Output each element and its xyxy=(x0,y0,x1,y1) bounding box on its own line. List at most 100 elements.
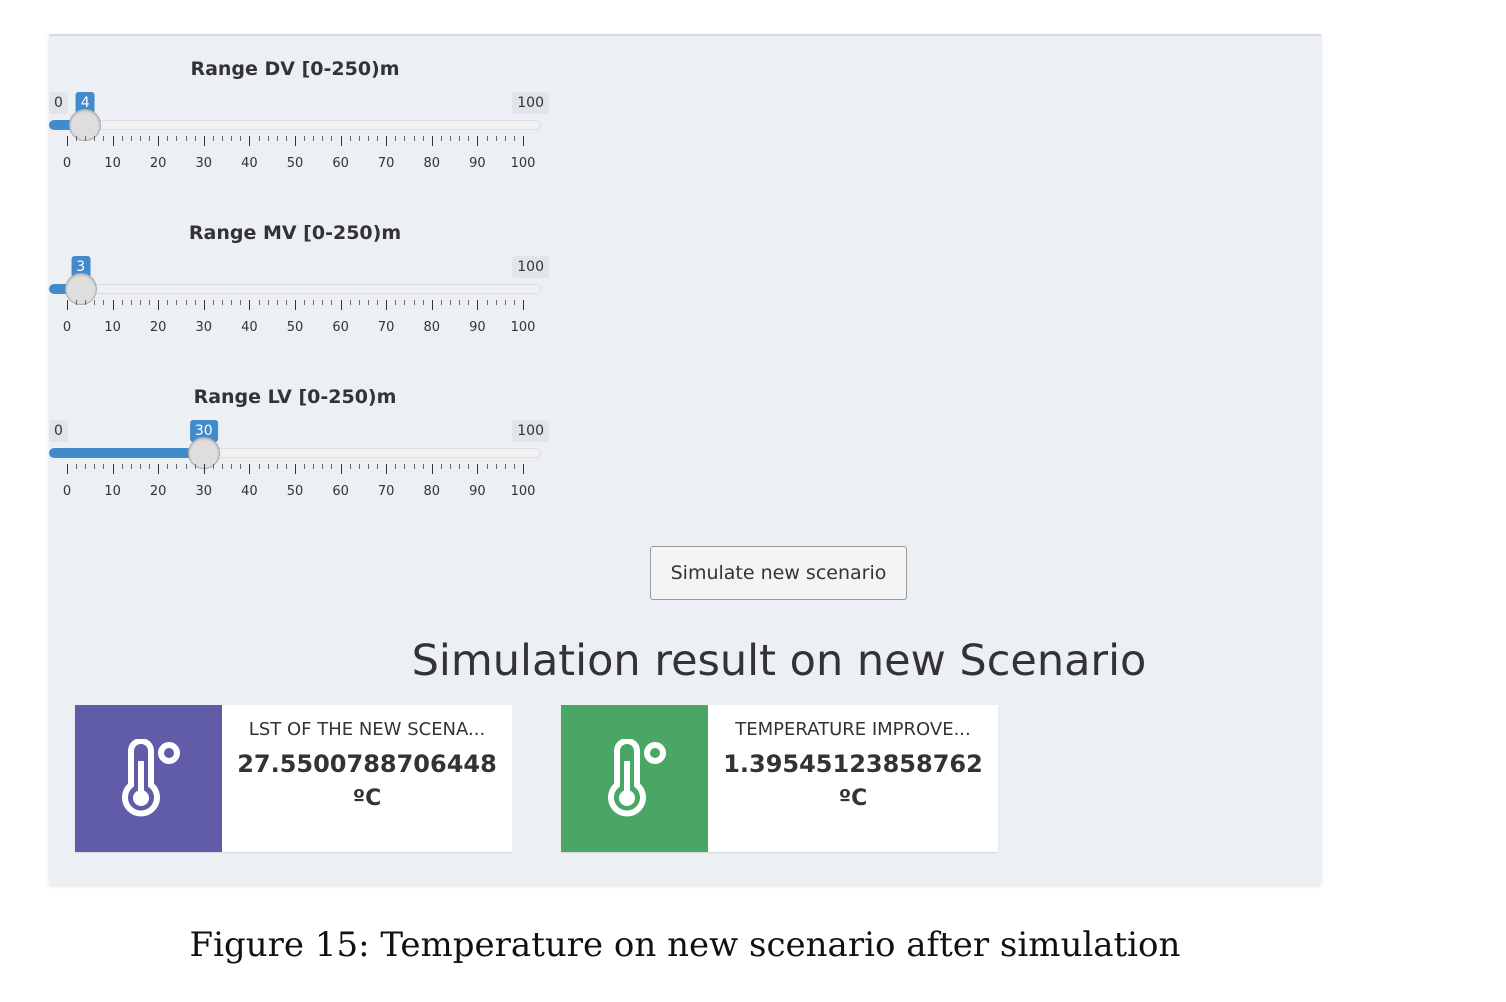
slider-minor-tick xyxy=(322,136,324,141)
slider-minor-tick xyxy=(258,300,260,305)
slider-minor-tick xyxy=(513,300,515,305)
slider-major-tick xyxy=(340,136,342,146)
slider-tick-label: 30 xyxy=(195,156,213,171)
slider-minor-tick xyxy=(176,136,178,141)
infobox-temperature-improvement: TEMPERATURE IMPROVE... 1.39545123858762 … xyxy=(561,705,998,852)
slider-major-tick xyxy=(386,300,388,310)
slider-minor-tick xyxy=(358,136,360,141)
slider-minor-tick xyxy=(486,136,488,141)
slider-minor-tick xyxy=(504,136,506,141)
slider-range-lv: Range LV [0-250)m 0 100 30 0 10 20 30 40 50 60… xyxy=(49,386,549,526)
slider-major-tick xyxy=(203,464,205,474)
slider-major-tick xyxy=(295,300,296,310)
slider-minor-tick xyxy=(85,136,87,141)
slider-fill xyxy=(49,448,204,458)
slider-minor-tick xyxy=(358,300,360,305)
slider-major-tick xyxy=(431,300,433,310)
slider-track[interactable] xyxy=(49,120,541,130)
slider-minor-tick xyxy=(304,464,306,469)
slider-minor-tick xyxy=(185,464,187,469)
slider-tick-label: 0 xyxy=(62,484,72,499)
slider-tick-label: 100 xyxy=(510,320,536,335)
slider-minor-tick xyxy=(185,136,187,141)
slider-major-tick xyxy=(203,136,205,146)
slider-major-tick xyxy=(386,464,388,474)
slider-minor-tick xyxy=(495,464,497,469)
slider-minor-tick xyxy=(276,300,278,305)
slider-minor-tick xyxy=(349,136,351,141)
slider-minor-tick xyxy=(313,300,315,305)
slider-major-tick xyxy=(477,136,479,146)
slider-tick-label: 90 xyxy=(469,484,486,499)
slider-tick-label: 30 xyxy=(195,320,213,335)
slider-minor-tick xyxy=(267,136,269,141)
slider-minor-tick xyxy=(495,136,497,141)
slider-min-label: 0 xyxy=(49,420,68,442)
slider-label: Range MV [0-250)m xyxy=(188,222,402,244)
slider-tick-label: 20 xyxy=(149,156,167,171)
slider-major-tick xyxy=(203,300,205,310)
slider-minor-tick xyxy=(121,464,123,469)
slider-ticks: 0 10 20 30 40 50 60 70 80 90 100 xyxy=(49,464,549,504)
slider-minor-tick xyxy=(130,300,132,305)
slider-minor-tick xyxy=(231,300,233,305)
slider-minor-tick xyxy=(404,300,406,305)
slider-minor-tick xyxy=(212,300,214,305)
infobox-value: 27.5500788706448 xyxy=(237,750,497,778)
slider-major-tick xyxy=(112,136,114,146)
slider-tick-label: 50 xyxy=(286,156,304,171)
slider-major-tick xyxy=(158,300,160,310)
slider-minor-tick xyxy=(149,300,151,305)
slider-tick-label: 60 xyxy=(332,484,349,499)
slider-minor-tick xyxy=(276,464,278,469)
slider-minor-tick xyxy=(504,300,506,305)
slider-major-tick xyxy=(67,464,68,474)
slider-minor-tick xyxy=(513,136,515,141)
slider-minor-tick xyxy=(285,300,287,305)
slider-min-label: 0 xyxy=(49,92,68,114)
slider-minor-tick xyxy=(176,464,178,469)
infobox-lst: LST OF THE NEW SCENA... 27.5500788706448… xyxy=(75,705,512,852)
slider-minor-tick xyxy=(139,136,141,141)
slider-tick-label: 100 xyxy=(510,156,536,171)
slider-minor-tick xyxy=(194,464,196,469)
slider-minor-tick xyxy=(267,300,269,305)
slider-minor-tick xyxy=(76,300,78,305)
slider-minor-tick xyxy=(459,136,461,141)
slider-minor-tick xyxy=(130,136,132,141)
slider-tick-label: 70 xyxy=(377,320,395,335)
slider-minor-tick xyxy=(404,464,406,469)
slider-minor-tick xyxy=(450,300,452,305)
slider-minor-tick xyxy=(504,464,506,469)
slider-minor-tick xyxy=(377,464,379,469)
slider-minor-tick xyxy=(103,300,105,305)
slider-minor-tick xyxy=(231,464,233,469)
slider-minor-tick xyxy=(422,136,424,141)
slider-major-tick xyxy=(67,136,68,146)
slider-major-tick xyxy=(523,300,524,310)
slider-tick-label: 20 xyxy=(149,484,167,499)
slider-minor-tick xyxy=(468,300,470,305)
slider-minor-tick xyxy=(139,464,141,469)
slider-max-label: 100 xyxy=(512,256,549,278)
slider-minor-tick xyxy=(440,136,442,141)
slider-major-tick xyxy=(158,136,160,146)
slider-minor-tick xyxy=(222,464,224,469)
infobox-content: LST OF THE NEW SCENA... 27.5500788706448… xyxy=(222,705,512,852)
slider-tick-label: 40 xyxy=(241,484,258,499)
dashboard-panel: Range DV [0-250)m 0 100 4 0 10 20 30 40 50 60 7… xyxy=(49,34,1321,884)
slider-minor-tick xyxy=(130,464,132,469)
slider-range-mv: Range MV [0-250)m 100 3 0 10 20 30 40 50 60 70 8… xyxy=(49,222,549,362)
slider-minor-tick xyxy=(486,464,488,469)
simulate-button[interactable]: Simulate new scenario xyxy=(650,546,907,600)
slider-tick-label: 90 xyxy=(469,156,486,171)
slider-minor-tick xyxy=(367,300,369,305)
slider-minor-tick xyxy=(149,136,151,141)
slider-track[interactable] xyxy=(49,284,541,294)
slider-label: Range LV [0-250)m xyxy=(193,386,397,408)
slider-minor-tick xyxy=(377,300,379,305)
slider-tick-label: 90 xyxy=(469,320,486,335)
slider-tick-label: 30 xyxy=(195,484,213,499)
slider-minor-tick xyxy=(240,464,242,469)
slider-tick-label: 0 xyxy=(62,320,72,335)
